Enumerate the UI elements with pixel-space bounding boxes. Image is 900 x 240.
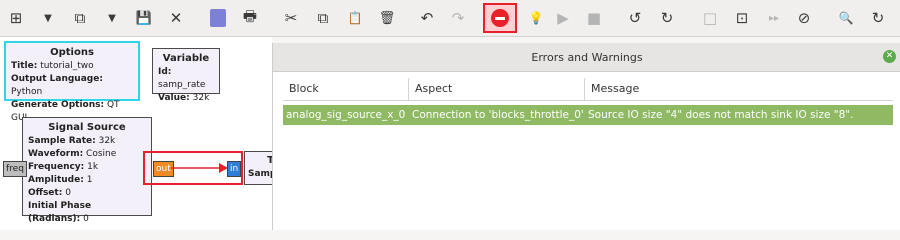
bypass-button[interactable]: ⊡ xyxy=(728,3,756,33)
block-param: Waveform: Cosine xyxy=(28,149,117,159)
column-header-aspect[interactable]: Aspect xyxy=(409,78,585,100)
column-header-message[interactable]: Message xyxy=(585,78,893,100)
undo-icon: ↶ xyxy=(420,9,434,27)
connection-arrow[interactable] xyxy=(171,162,231,174)
error-icon xyxy=(491,9,509,27)
block-title: Options xyxy=(50,47,94,58)
block-title: Variable xyxy=(162,53,210,64)
errors-table: Block Aspect Message analog_sig_source_x… xyxy=(283,78,893,125)
stop-icon: ■ xyxy=(586,9,602,27)
close-icon: ✕ xyxy=(885,51,894,61)
open-icon: ⧉ xyxy=(74,9,86,27)
errors-button[interactable] xyxy=(483,3,517,33)
play-icon: ▶ xyxy=(557,9,569,27)
reload-icon: ↻ xyxy=(871,9,885,27)
rotate-cw-icon: ↻ xyxy=(660,9,674,27)
paste-icon: 📋 xyxy=(347,11,363,25)
cell-block: analog_sig_source_x_0 xyxy=(286,109,406,121)
copy-icon: ⧉ xyxy=(317,9,329,27)
chevron-down-icon: ▼ xyxy=(108,12,116,24)
copy-button[interactable]: ⧉ xyxy=(309,3,337,33)
block-param: Value: 32k xyxy=(158,93,210,103)
toolbar: ⊞ ▼ ⧉ ▼ 💾 ✕ 🖶 ✂ ⧉ 📋 🗑 ↶ ↷ 💡 ▶ ■ ↺ ↻ □ ⊡ … xyxy=(0,0,900,37)
kill-button[interactable]: ■ xyxy=(580,3,608,33)
options-block[interactable]: Options Title: tutorial_two Output Langu… xyxy=(4,41,140,123)
enable-button[interactable]: □ xyxy=(696,3,724,33)
redo-button[interactable]: ↷ xyxy=(444,3,472,33)
bypass-icon: ⊡ xyxy=(735,9,749,27)
rotate-ccw-icon: ↺ xyxy=(628,9,642,27)
trash-icon: 🗑 xyxy=(378,10,396,26)
block-title: Signal Source xyxy=(48,122,126,133)
close-icon: ✕ xyxy=(169,9,183,27)
generate-button[interactable] xyxy=(204,3,232,33)
table-header: Block Aspect Message xyxy=(283,78,893,101)
execute-button[interactable]: ▶ xyxy=(549,3,577,33)
paste-button[interactable]: 📋 xyxy=(341,3,369,33)
new-flowgraph-button[interactable]: ⊞ xyxy=(2,3,30,33)
cut-icon: ✂ xyxy=(284,9,298,27)
chevron-down-icon: ▼ xyxy=(44,12,52,24)
block-param: Initial Phase (Radians): 0 xyxy=(28,201,92,224)
block-param: Output Language: Python xyxy=(11,74,103,97)
new-dropdown-button[interactable]: ▼ xyxy=(34,3,62,33)
document-icon xyxy=(210,9,226,27)
save-button[interactable]: 💾 xyxy=(130,3,158,33)
search-button[interactable]: 🔍 xyxy=(832,3,860,33)
search-icon: 🔍 xyxy=(838,11,854,25)
block-param: Amplitude: 1 xyxy=(28,175,93,185)
block-param: Offset: 0 xyxy=(28,188,71,198)
close-button[interactable]: ✕ xyxy=(162,3,190,33)
cut-button[interactable]: ✂ xyxy=(277,3,305,33)
block-param: Frequency: 1k xyxy=(28,162,99,172)
panel-title: Errors and Warnings xyxy=(531,50,643,64)
variable-block[interactable]: Variable Id: samp_rate Value: 32k xyxy=(152,48,220,103)
rotate-cw-button[interactable]: ↻ xyxy=(653,3,681,33)
save-icon: 💾 xyxy=(135,10,153,26)
new-icon: ⊞ xyxy=(9,9,23,27)
column-header-block[interactable]: Block xyxy=(283,78,409,100)
open-dropdown-button[interactable]: ▼ xyxy=(98,3,126,33)
rotate-ccw-button[interactable]: ↺ xyxy=(621,3,649,33)
block-param: Id: samp_rate xyxy=(158,67,206,90)
panel-header: Errors and Warnings ✕ xyxy=(273,43,900,72)
delete-button[interactable]: 🗑 xyxy=(373,3,401,33)
freq-input-port[interactable]: freq xyxy=(3,161,27,177)
forward-button[interactable]: ▸▸ xyxy=(760,3,788,33)
reload-button[interactable]: ↻ xyxy=(864,3,892,33)
bulb-icon: 💡 xyxy=(528,11,544,25)
fast-forward-icon: ▸▸ xyxy=(768,12,780,24)
signal-source-block[interactable]: Signal Source Sample Rate: 32k Waveform:… xyxy=(22,117,152,224)
close-panel-button[interactable]: ✕ xyxy=(883,50,896,63)
open-button[interactable]: ⧉ xyxy=(66,3,94,33)
undo-button[interactable]: ↶ xyxy=(413,3,441,33)
enable-icon: □ xyxy=(702,9,718,27)
disable-button[interactable]: ⊘ xyxy=(790,3,818,33)
cell-message: Source IO size "4" does not match sink I… xyxy=(588,109,854,121)
debug-button[interactable]: 💡 xyxy=(522,3,550,33)
disable-icon: ⊘ xyxy=(797,9,811,27)
block-param: Sample Rate: 32k xyxy=(28,136,116,146)
cell-aspect: Connection to 'blocks_throttle_0' xyxy=(412,109,584,121)
errors-panel: Errors and Warnings ✕ Block Aspect Messa… xyxy=(272,43,900,230)
in-port[interactable]: in xyxy=(227,161,242,177)
print-button[interactable]: 🖶 xyxy=(236,3,264,33)
redo-icon: ↷ xyxy=(451,9,465,27)
block-param: Title: tutorial_two xyxy=(11,61,94,71)
table-row[interactable]: analog_sig_source_x_0 Connection to 'blo… xyxy=(283,105,893,125)
print-icon: 🖶 xyxy=(242,6,258,25)
flowgraph-canvas[interactable]: Options Title: tutorial_two Output Langu… xyxy=(0,37,284,230)
